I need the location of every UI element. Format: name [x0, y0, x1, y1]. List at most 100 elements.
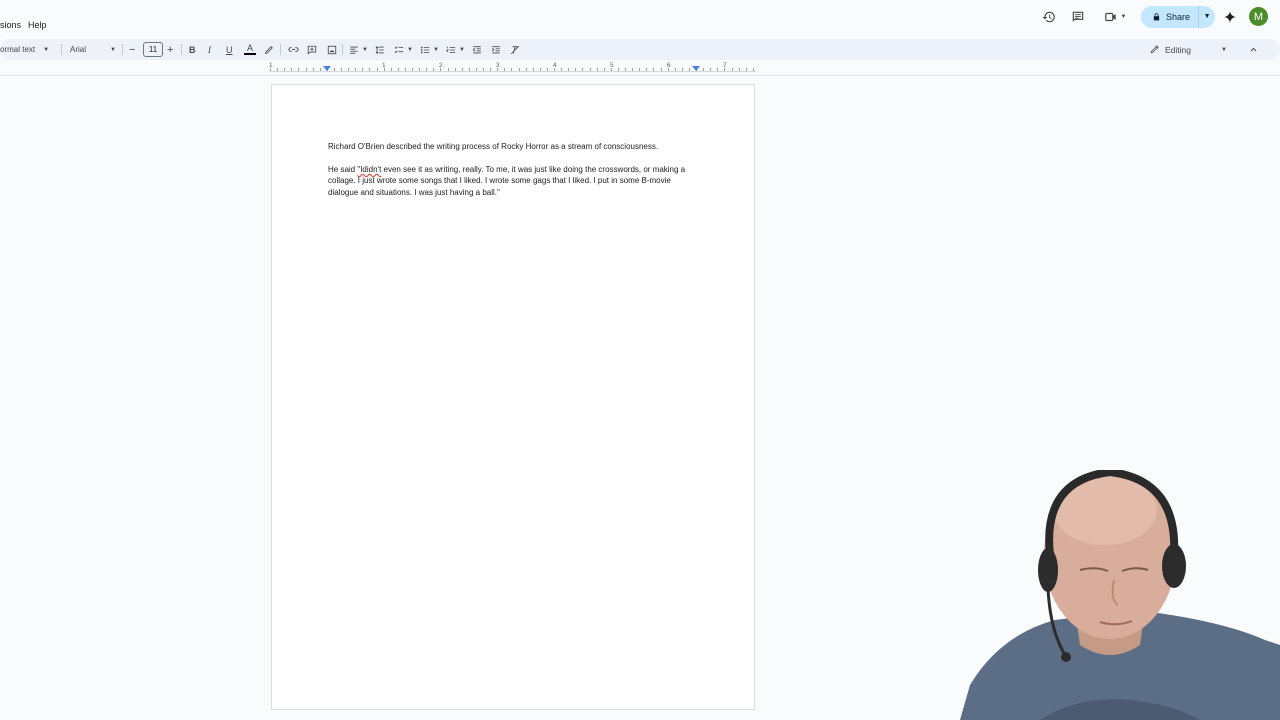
clear-formatting-icon[interactable]	[510, 39, 520, 60]
numbered-list-dropdown[interactable]: ▼	[446, 39, 465, 60]
chevron-down-icon: ▼	[362, 46, 368, 53]
font-dropdown[interactable]: Arial ▼	[70, 39, 116, 60]
checklist-icon	[394, 45, 404, 53]
chevron-down-icon: ▼	[433, 46, 439, 53]
ruler-tick	[383, 68, 385, 71]
decrease-font-size-icon[interactable]: −	[129, 39, 135, 60]
bold-icon[interactable]: B	[189, 39, 196, 60]
text-color-icon[interactable]: A	[244, 39, 256, 60]
document-page[interactable]: Richard O'Brien described the writing pr…	[271, 84, 755, 710]
ruler-baseline	[270, 71, 756, 72]
italic-icon[interactable]: I	[208, 39, 211, 60]
toolbar-divider	[61, 44, 62, 55]
video-call-icon[interactable]: ▼	[1101, 8, 1129, 26]
ruler-tick	[639, 68, 641, 71]
ruler-tick	[369, 68, 371, 71]
decrease-indent-icon[interactable]	[472, 39, 482, 60]
paragraph-2-prefix: He said	[328, 165, 358, 174]
ruler-tick	[270, 68, 271, 71]
misspelled-word[interactable]: "Ididn't	[357, 165, 381, 174]
menu-extensions[interactable]: sions	[0, 20, 21, 30]
left-indent-marker[interactable]	[323, 66, 331, 71]
pencil-icon	[1150, 45, 1159, 54]
insert-image-icon[interactable]	[327, 39, 337, 60]
bulleted-list-dropdown[interactable]: ▼	[420, 39, 439, 60]
ruler-tick	[724, 68, 726, 71]
paragraph-1[interactable]: Richard O'Brien described the writing pr…	[328, 141, 693, 152]
increase-font-size-icon[interactable]: +	[167, 39, 173, 60]
ruler[interactable]: 1 1 2 3 4 5 6 7	[269, 62, 756, 74]
paragraph-style-dropdown[interactable]: ormal text ▼	[0, 39, 54, 60]
paragraph-2[interactable]: He said "Ididn't even see it as writing,…	[328, 164, 693, 198]
editing-mode-dropdown[interactable]: Editing ▼	[1150, 39, 1232, 60]
share-button[interactable]: Share ▼	[1141, 6, 1215, 28]
ruler-tick	[632, 68, 634, 71]
ruler-tick	[539, 68, 541, 71]
formatting-toolbar: ormal text ▼ Arial ▼ − 11 + B I U A ▼ ▼	[0, 39, 1280, 60]
ruler-tick	[412, 68, 413, 71]
toolbar-divider	[181, 44, 182, 55]
comment-icon[interactable]	[1069, 8, 1087, 26]
ruler-tick	[710, 68, 712, 71]
ruler-tick	[376, 68, 378, 71]
ruler-tick	[454, 68, 456, 71]
ruler-tick	[404, 68, 406, 71]
ruler-tick	[703, 68, 705, 71]
ruler-tick	[440, 68, 442, 71]
ruler-tick	[745, 68, 747, 71]
ruler-tick	[447, 68, 449, 71]
ruler-tick	[646, 68, 648, 71]
ruler-tick	[582, 68, 584, 71]
paragraph-style-label: ormal text	[0, 45, 36, 54]
chevron-down-icon: ▼	[110, 46, 116, 53]
ruler-tick	[589, 68, 591, 71]
ruler-tick	[305, 68, 307, 71]
align-dropdown[interactable]: ▼	[349, 39, 368, 60]
ruler-tick	[483, 68, 484, 71]
link-icon[interactable]	[288, 39, 299, 60]
avatar[interactable]: M	[1249, 7, 1268, 26]
ruler-tick	[518, 68, 520, 71]
increase-indent-icon[interactable]	[491, 39, 501, 60]
ruler-tick	[348, 68, 350, 71]
ruler-tick	[653, 68, 655, 71]
ruler-tick	[625, 68, 626, 71]
ruler-tick	[546, 68, 548, 71]
font-size-input[interactable]: 11	[143, 42, 163, 57]
ruler-tick	[397, 68, 399, 71]
ruler-tick	[617, 68, 619, 71]
paragraph-2-rest: even see it as writing, really. To me, i…	[328, 165, 686, 197]
chevron-down-icon: ▼	[43, 46, 50, 53]
add-comment-icon[interactable]	[307, 39, 317, 60]
highlight-pen-icon[interactable]	[264, 39, 274, 60]
ruler-tick	[312, 68, 314, 71]
ruler-tick	[341, 68, 342, 71]
ruler-tick	[419, 68, 421, 71]
ruler-tick	[298, 68, 300, 71]
history-icon[interactable]	[1040, 8, 1058, 26]
ruler-tick	[561, 68, 563, 71]
align-left-icon	[350, 46, 358, 54]
right-indent-marker[interactable]	[692, 66, 700, 71]
line-spacing-icon[interactable]	[375, 39, 385, 60]
toolbar-divider	[342, 44, 343, 55]
ruler-tick	[362, 68, 364, 71]
ruler-tick	[390, 68, 392, 71]
ruler-tick	[688, 68, 690, 71]
ruler-tick	[284, 68, 286, 71]
share-label: Share	[1166, 12, 1191, 22]
ruler-tick	[660, 68, 662, 71]
checklist-dropdown[interactable]: ▼	[394, 39, 413, 60]
ruler-tick	[475, 68, 477, 71]
ruler-tick	[333, 68, 335, 71]
share-dropdown-icon[interactable]: ▼	[1198, 6, 1215, 28]
ruler-tick	[681, 68, 683, 71]
ruler-tick	[277, 68, 279, 71]
font-label: Arial	[70, 45, 87, 54]
collapse-menus-icon[interactable]	[1249, 39, 1258, 60]
ruler-tick	[738, 68, 740, 71]
gemini-star-icon[interactable]	[1221, 8, 1239, 26]
ruler-tick	[575, 68, 577, 71]
underline-icon[interactable]: U	[226, 39, 233, 60]
menu-help[interactable]: Help	[28, 20, 47, 30]
